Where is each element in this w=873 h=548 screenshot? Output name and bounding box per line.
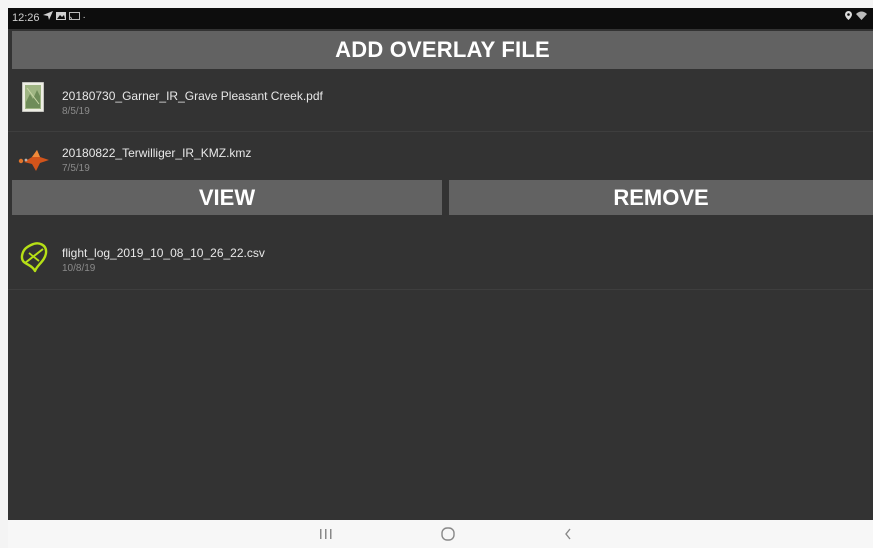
navigation-arrow-icon bbox=[42, 11, 53, 25]
file-name: 20180730_Garner_IR_Grave Pleasant Creek.… bbox=[62, 89, 323, 103]
file-date: 8/5/19 bbox=[62, 106, 90, 117]
file-list-item[interactable]: 20180730_Garner_IR_Grave Pleasant Creek.… bbox=[8, 71, 873, 132]
kmz-overlay-icon bbox=[18, 148, 52, 172]
view-button[interactable]: VIEW bbox=[12, 180, 442, 215]
file-list-item[interactable]: flight_log_2019_10_08_10_26_22.csv 10/8/… bbox=[8, 219, 873, 290]
add-overlay-file-button[interactable]: ADD OVERLAY FILE bbox=[12, 31, 873, 69]
back-icon[interactable] bbox=[553, 524, 583, 544]
dot-icon: · bbox=[82, 12, 86, 23]
system-navigation-bar bbox=[8, 520, 873, 548]
status-time: 12:26 bbox=[12, 12, 40, 24]
pdf-map-thumbnail-icon bbox=[21, 81, 45, 113]
gallery-icon bbox=[55, 11, 66, 25]
status-bar: 12:26 · bbox=[8, 8, 873, 29]
file-date: 10/8/19 bbox=[62, 263, 96, 274]
file-name: 20180822_Terwilliger_IR_KMZ.kmz bbox=[62, 146, 252, 160]
file-name: flight_log_2019_10_08_10_26_22.csv bbox=[62, 246, 265, 260]
file-list-item[interactable]: 20180822_Terwilliger_IR_KMZ.kmz 7/5/19 bbox=[8, 132, 873, 180]
remove-button[interactable]: REMOVE bbox=[449, 180, 873, 215]
location-icon bbox=[845, 11, 852, 23]
recent-apps-icon[interactable] bbox=[311, 524, 341, 544]
wifi-icon bbox=[856, 11, 867, 23]
flight-log-icon bbox=[19, 241, 49, 273]
home-icon[interactable] bbox=[433, 524, 463, 544]
file-date: 7/5/19 bbox=[62, 163, 90, 174]
app-screen: 12:26 · ADD OVERLAY FILE 20180730_Garner… bbox=[8, 8, 873, 520]
cast-icon bbox=[68, 11, 80, 25]
